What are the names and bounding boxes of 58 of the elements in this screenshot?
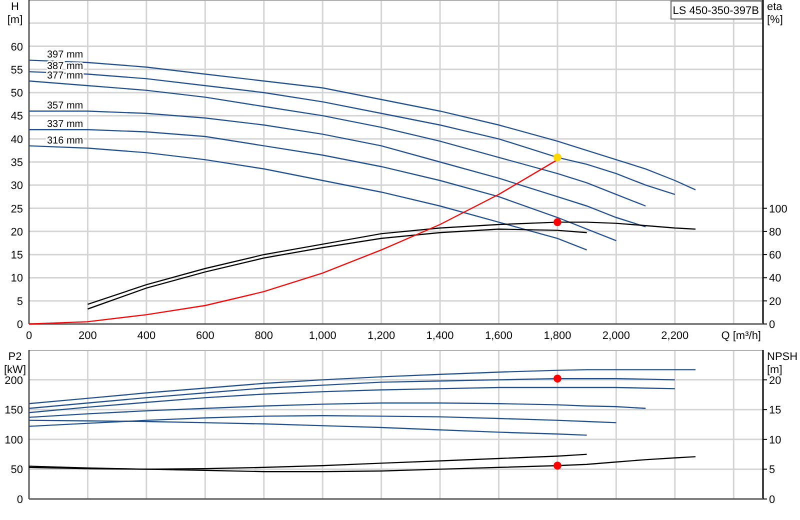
axis-tick-label: 20 [769,296,782,308]
axis-tick-label: 200 [4,374,23,387]
axis-tick-label: 80 [769,226,782,238]
axis-tick-label: 5 [16,296,23,308]
axis-tick-label: 20 [10,226,23,238]
axis-tick-label: 50 [10,464,23,476]
curve-label: 337 mm [47,119,84,130]
axis-unit: [m] [767,364,782,376]
curve-label: 316 mm [47,135,84,146]
axis-tick-label: 1,000 [308,330,336,342]
axis-tick-label: 600 [196,330,214,342]
axis-tick-label: 0 [16,494,23,506]
axis-tick-label: 30 [10,180,23,192]
axis-title: P2 [8,351,22,363]
axis-tick-label: 20 [769,374,782,387]
axis-tick-label: 10 [10,272,23,285]
axis-tick-label: 35 [10,157,23,169]
axis-title: NPSH [767,351,798,363]
axis-unit: [%] [767,14,783,26]
axis-tick-label: 0 [16,319,23,331]
axis-tick-label: 15 [769,404,782,417]
axis-tick-label: 40 [769,272,782,285]
axis-tick-label: 15 [10,250,23,262]
axis-tick-label: 100 [4,434,23,446]
axis-tick-label: 60 [10,41,23,54]
axis-title: Q [m³/h] [721,330,761,342]
axis-tick-label: 25 [10,203,23,216]
axis-title: eta [767,1,782,13]
axis-title: H [11,1,19,13]
axis-tick-label: 10 [769,434,782,446]
axis-tick-label: 5 [769,464,776,476]
chart-title: LS 450-350-397B [672,5,759,17]
axis-tick-label: 800 [254,330,274,342]
axis-tick-label: 1,800 [544,330,572,342]
axis-tick-label: 40 [10,134,23,146]
curve-label: 377 mm [47,70,84,82]
axis-unit: [m] [7,14,23,26]
axis-tick-label: 0 [769,494,776,506]
axis-tick-label: 1,600 [485,330,513,342]
axis-tick-label: 400 [137,330,156,342]
curve-label: 357 mm [47,100,84,112]
curve-label: 397 mm [47,50,84,61]
axis-unit: [kW] [4,364,26,376]
axis-tick-label: 0 [769,319,776,331]
axis-tick-label: 50 [10,88,23,100]
axis-tick-label: 2,000 [602,330,630,342]
axis-tick-label: 55 [10,64,23,76]
axis-tick-label: 0 [26,330,32,342]
axis-tick-label: 1,400 [426,330,454,342]
axis-tick-label: 2,200 [661,330,689,342]
axis-tick-label: 1,200 [368,330,396,342]
axis-tick-label: 200 [78,330,97,342]
axis-tick-label: 60 [769,250,782,262]
model-label: LS 450-350-397B [670,0,762,20]
axis-tick-label: 45 [10,110,23,123]
axis-tick-label: 100 [769,203,788,216]
axis-tick-label: 150 [4,404,23,417]
curve-label: 387 mm [47,61,84,72]
